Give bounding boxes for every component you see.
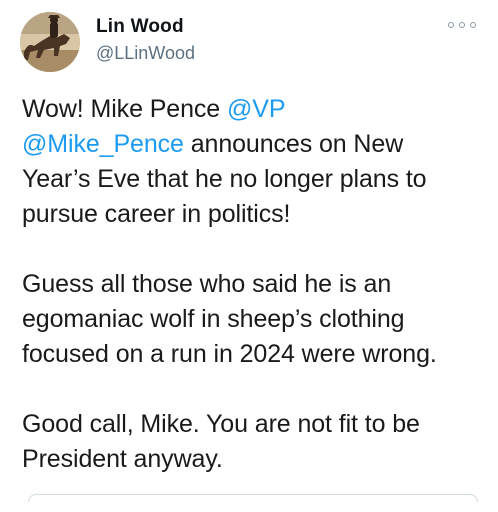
tweet-line: egomaniac wolf in sheep’s clothing <box>22 305 405 333</box>
tweet-line: pursue career in politics! <box>22 200 291 228</box>
tweet-paragraph: Guess all those who said he is an egoman… <box>22 267 492 372</box>
more-options-icon <box>448 22 454 28</box>
tweet-line: focused on a run in 2024 were wrong. <box>22 340 437 368</box>
tweet-text-segment: Wow! Mike Pence <box>22 95 227 123</box>
horse-rider-avatar-icon <box>20 12 80 72</box>
tweet-text-segment: announces on New <box>183 130 404 158</box>
tweet-paragraph: Good call, Mike. You are not fit to be P… <box>22 407 492 477</box>
tweet-line: Guess all those who said he is an <box>22 270 392 298</box>
more-options-button[interactable] <box>448 16 476 34</box>
tweet-line: Good call, Mike. You are not fit to be <box>22 410 420 438</box>
tweet-text: Wow! Mike Pence @VP @Mike_Pence announce… <box>22 92 492 512</box>
mention-link-vp[interactable]: @VP <box>227 95 286 123</box>
tweet-paragraph: Wow! Mike Pence @VP @Mike_Pence announce… <box>22 92 492 232</box>
tweet-card: Lin Wood @LLinWood Wow! Mike Pence @VP @… <box>0 0 498 502</box>
quoted-card-edge <box>28 494 478 502</box>
tweet-line: Wow! Mike Pence @VP <box>22 92 492 127</box>
tweet-line: @Mike_Pence announces on New <box>22 127 492 162</box>
author-handle[interactable]: @LLinWood <box>96 43 195 64</box>
author-avatar[interactable] <box>20 12 80 72</box>
tweet-line: President anyway. <box>22 445 223 473</box>
mention-link-mike-pence[interactable]: @Mike_Pence <box>22 130 184 158</box>
more-options-icon-dot <box>470 22 476 28</box>
more-options-icon-dot <box>459 22 465 28</box>
author-display-name[interactable]: Lin Wood <box>96 16 184 38</box>
tweet-line: Year’s Eve that he no longer plans to <box>22 165 427 193</box>
